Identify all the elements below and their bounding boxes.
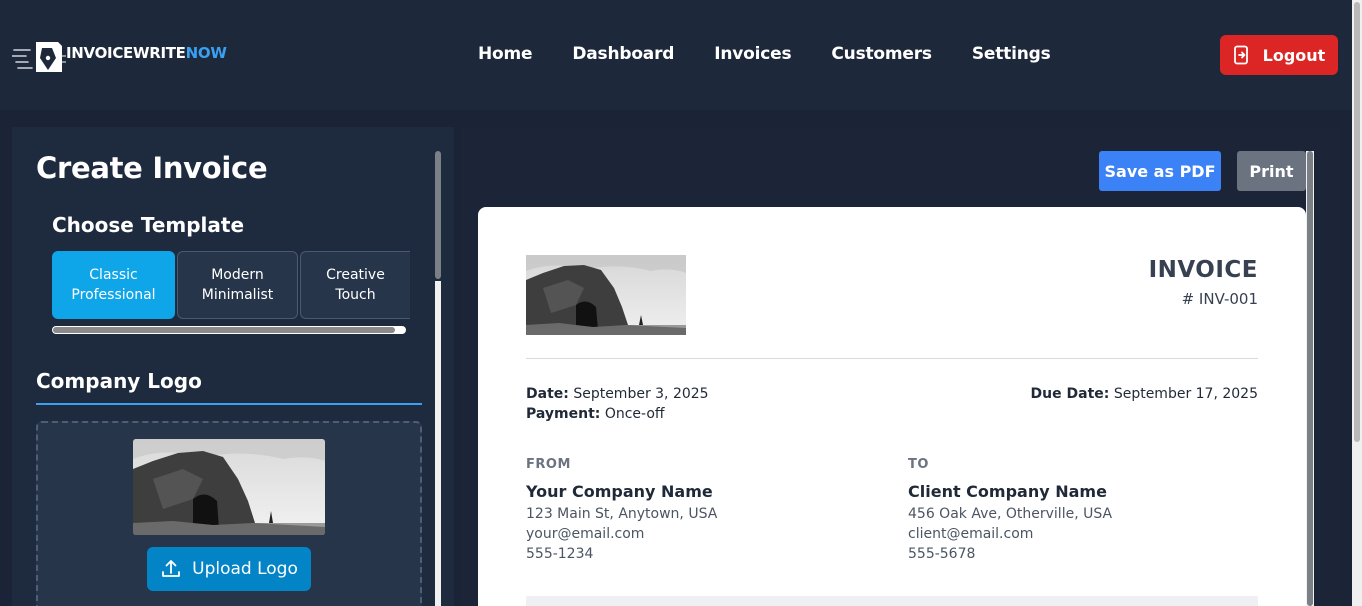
invoice-date: Date: September 3, 2025 bbox=[526, 384, 709, 404]
upload-icon bbox=[162, 560, 181, 577]
logout-button[interactable]: Logout bbox=[1220, 35, 1338, 75]
logout-icon bbox=[1233, 45, 1248, 65]
invoice-title: INVOICE bbox=[1148, 257, 1258, 283]
upload-logo-button[interactable]: Upload Logo bbox=[147, 547, 311, 591]
invoice-preview: INVOICE # INV-001 Date: September 3, 202… bbox=[478, 207, 1306, 606]
logo-preview-image bbox=[133, 439, 325, 535]
page-title: Create Invoice bbox=[36, 151, 268, 185]
invoice-due-date: Due Date: September 17, 2025 bbox=[1031, 384, 1258, 404]
logo-dropzone[interactable]: Upload Logo bbox=[36, 421, 422, 606]
brand-logo[interactable]: INVOICEWRITENOW bbox=[12, 36, 227, 76]
template-label: Creative bbox=[326, 267, 385, 283]
template-scrollbar-thumb[interactable] bbox=[53, 327, 395, 333]
preview-scrollbar-thumb[interactable] bbox=[1307, 151, 1313, 606]
brand-name: INVOICEWRITENOW bbox=[66, 44, 227, 62]
to-email: client@email.com bbox=[908, 526, 1034, 542]
nav-home[interactable]: Home bbox=[478, 44, 533, 64]
to-phone: 555-5678 bbox=[908, 546, 976, 562]
invoice-logo-image bbox=[526, 255, 686, 335]
preview-scrollbar[interactable] bbox=[1306, 151, 1314, 606]
editor-panel: Create Invoice Choose Template Classic Pr… bbox=[12, 127, 454, 606]
template-label: Classic bbox=[89, 267, 138, 283]
date-value: September 3, 2025 bbox=[573, 386, 709, 402]
save-pdf-button[interactable]: Save as PDF bbox=[1099, 151, 1221, 191]
editor-scrollbar-thumb[interactable] bbox=[435, 151, 441, 279]
due-value: September 17, 2025 bbox=[1113, 386, 1258, 402]
brand-word: INVOICEWRITE bbox=[66, 44, 186, 62]
to-section: TO Client Company Name 456 Oak Ave, Othe… bbox=[908, 457, 1208, 564]
logo-heading: Company Logo bbox=[36, 369, 202, 393]
editor-scrollbar-track[interactable] bbox=[435, 281, 441, 606]
template-classic-professional[interactable]: Classic Professional bbox=[52, 251, 175, 319]
template-heading: Choose Template bbox=[52, 213, 245, 237]
upload-label: Upload Logo bbox=[192, 559, 298, 579]
invoice-meta-right: Due Date: September 17, 2025 bbox=[1031, 384, 1258, 404]
due-label: Due Date: bbox=[1030, 386, 1110, 402]
nav-settings[interactable]: Settings bbox=[972, 44, 1051, 64]
pen-logo-icon bbox=[12, 42, 66, 72]
template-creative-touch[interactable]: Creative Touch bbox=[300, 251, 410, 319]
logout-label: Logout bbox=[1262, 45, 1326, 65]
nav-customers[interactable]: Customers bbox=[831, 44, 932, 64]
section-divider bbox=[36, 403, 422, 405]
from-email: your@email.com bbox=[526, 526, 645, 542]
to-company-name: Client Company Name bbox=[908, 482, 1107, 501]
to-label: TO bbox=[908, 457, 929, 472]
print-button[interactable]: Print bbox=[1237, 151, 1306, 191]
from-company-name: Your Company Name bbox=[526, 482, 713, 501]
from-address: 123 Main St, Anytown, USA bbox=[526, 506, 718, 522]
main-nav: Home Dashboard Invoices Customers Settin… bbox=[478, 44, 1051, 64]
date-label: Date: bbox=[526, 386, 569, 402]
page-scrollbar[interactable] bbox=[1352, 0, 1362, 606]
from-section: FROM Your Company Name 123 Main St, Anyt… bbox=[526, 457, 826, 564]
template-label: Touch bbox=[335, 287, 376, 303]
page-scrollbar-thumb[interactable] bbox=[1354, 2, 1360, 442]
top-header: INVOICEWRITENOW Home Dashboard Invoices … bbox=[0, 0, 1352, 110]
template-label: Modern bbox=[211, 267, 264, 283]
nav-dashboard[interactable]: Dashboard bbox=[572, 44, 674, 64]
from-phone: 555-1234 bbox=[526, 546, 594, 562]
from-label: FROM bbox=[526, 457, 571, 472]
invoice-payment: Payment: Once-off bbox=[526, 404, 709, 424]
template-scrollbar[interactable] bbox=[52, 326, 406, 334]
template-label: Minimalist bbox=[201, 287, 274, 303]
template-modern-minimalist[interactable]: Modern Minimalist bbox=[177, 251, 298, 319]
invoice-divider bbox=[526, 358, 1258, 359]
editor-scrollbar[interactable] bbox=[434, 151, 442, 606]
invoice-meta-left: Date: September 3, 2025 Payment: Once-of… bbox=[526, 384, 709, 424]
template-label: Professional bbox=[71, 287, 156, 303]
items-table-header bbox=[526, 596, 1258, 606]
invoice-number: # INV-001 bbox=[1181, 290, 1258, 308]
nav-invoices[interactable]: Invoices bbox=[714, 44, 791, 64]
template-list: Classic Professional Modern Minimalist Cre… bbox=[52, 251, 410, 319]
payment-label: Payment: bbox=[526, 406, 601, 422]
brand-accent: NOW bbox=[185, 44, 227, 62]
payment-value: Once-off bbox=[604, 406, 665, 422]
to-address: 456 Oak Ave, Otherville, USA bbox=[908, 506, 1113, 522]
